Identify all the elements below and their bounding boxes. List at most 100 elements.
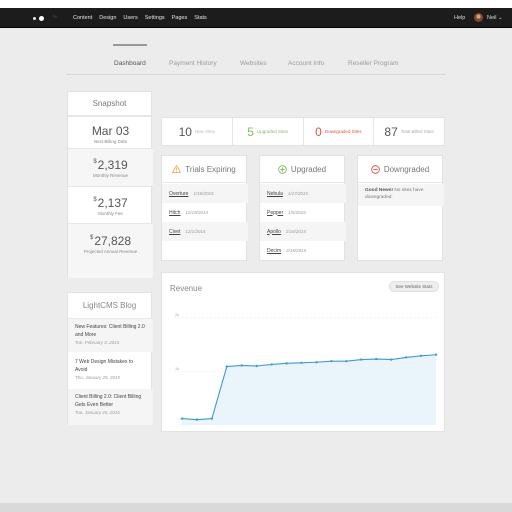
snapshot-next-billing: Mar 03 Next Billing Date: [68, 116, 153, 148]
downgraded-panel: Downgraded Good News! No sites have down…: [357, 155, 444, 261]
site-link[interactable]: Apollo: [267, 229, 281, 235]
stat-label: New Sites: [194, 129, 216, 134]
blog-post[interactable]: New Features: Client Billing 2.0 and Mor…: [68, 319, 153, 352]
list-item: Decim 2/16/2015: [260, 241, 346, 260]
snapshot-title: Snapshot: [68, 92, 151, 116]
top-navbar: ™ Content Design Users Settings Pages St…: [0, 8, 512, 28]
tab-reseller-program[interactable]: Reseller Program: [348, 60, 399, 67]
projected-annual-value: 27,828: [94, 234, 132, 248]
help-link[interactable]: Help: [454, 15, 465, 21]
site-link[interactable]: Pepper: [267, 210, 283, 216]
user-menu[interactable]: Neil ⌄: [487, 15, 503, 21]
monthly-fee-value: 2,137: [97, 196, 128, 210]
panel-header: Upgraded: [260, 156, 344, 183]
data-point: [404, 356, 408, 359]
nav-stats[interactable]: Stats: [194, 15, 207, 21]
tab-dashboard[interactable]: Dashboard: [114, 60, 146, 67]
site-link[interactable]: Hitch: [169, 210, 180, 216]
projected-annual-label: Projected Annual Revenue: [83, 249, 138, 254]
list-item: Nebula 1/17/2015: [260, 184, 346, 203]
nav-users[interactable]: Users: [123, 15, 137, 21]
site-link[interactable]: Decim: [267, 248, 281, 254]
stat-number: 87: [384, 124, 398, 139]
site-date: 2/16/2015: [286, 248, 307, 253]
tab-websites[interactable]: Websites: [240, 60, 267, 67]
stat-total-billed-sites[interactable]: 87 Total Billed Sites: [374, 118, 444, 145]
plus-circle-icon: [278, 164, 287, 174]
data-point: [270, 363, 273, 366]
list-item: Civet 12/1/2014: [162, 222, 248, 241]
snapshot-monthly-fee: $2,137 Monthly Fee: [68, 186, 153, 223]
stat-label: Total Billed Sites: [400, 129, 434, 134]
nav-content[interactable]: Content: [73, 15, 92, 21]
next-billing-value: Mar 03: [91, 124, 130, 138]
blog-post-title[interactable]: Client Billing 2.0: Client Billing Gets …: [75, 394, 146, 409]
avatar[interactable]: [474, 13, 483, 22]
site-date: 12/1/2014: [185, 229, 206, 234]
blog-post-date: Tue, February 3, 2015: [75, 340, 120, 345]
data-point: [419, 354, 423, 358]
revenue-chart: 2k 1k: [174, 313, 438, 425]
nav-design[interactable]: Design: [99, 15, 116, 21]
data-point: [345, 359, 348, 363]
currency-symbol: $: [93, 197, 97, 203]
stat-label: Downgraded Sites: [324, 129, 362, 134]
data-point: [389, 358, 393, 361]
snapshot-projected-annual: $27,828 Projected Annual Revenue: [68, 223, 153, 278]
dashboard-page: Dashboard Payment History Websites Accou…: [0, 28, 512, 512]
data-point: [285, 362, 288, 365]
data-point: [330, 359, 333, 363]
logo[interactable]: ™: [31, 14, 61, 22]
stat-number: 10: [178, 124, 192, 139]
next-billing-label: Next Billing Date: [93, 139, 128, 144]
downgraded-notice: Good News! No sites have downgraded.: [358, 184, 444, 206]
logo-dot-small: [33, 16, 36, 20]
trials-expiring-panel: Trials Expiring Overture 1/18/2015 Hitch…: [161, 155, 248, 261]
y-tick-label: 2k: [175, 313, 179, 317]
site-date: 1/5/2015: [288, 210, 306, 215]
panel-header: Downgraded: [358, 156, 442, 183]
list-item: Overture 1/18/2015: [162, 184, 248, 203]
stat-downgraded-sites[interactable]: 0 Downgraded Sites: [304, 118, 375, 145]
site-date: 1/17/2015: [287, 191, 308, 196]
blog-post[interactable]: Client Billing 2.0: Client Billing Gets …: [68, 389, 153, 425]
blog-panel: LightCMS Blog New Features: Client Billi…: [67, 292, 153, 425]
site-stats-bar: 10 New Sites 5 Upgraded Sites 0 Downgrad…: [161, 117, 445, 146]
stat-upgraded-sites[interactable]: 5 Upgraded Sites: [233, 118, 304, 145]
nav-settings[interactable]: Settings: [145, 15, 165, 21]
data-point: [375, 357, 378, 361]
panel-title: Trials Expiring: [185, 164, 236, 174]
tab-payment-history[interactable]: Payment History: [169, 60, 217, 67]
blog-post[interactable]: 7 Web Design Mistakes to Avoid Thu, Janu…: [68, 352, 153, 389]
snapshot-monthly-revenue: $2,319 Monthly Revenue: [68, 148, 153, 186]
monthly-fee-label: Monthly Fee: [98, 211, 123, 216]
blog-post-title[interactable]: 7 Web Design Mistakes to Avoid: [75, 359, 146, 374]
stat-new-sites[interactable]: 10 New Sites: [162, 118, 233, 145]
panel-title: Downgraded: [383, 164, 430, 174]
blog-post-date: Tue, January 20, 2015: [75, 410, 120, 415]
stat-number: 5: [247, 124, 254, 139]
site-link[interactable]: Nebula: [267, 191, 283, 197]
warning-icon: [172, 165, 182, 173]
currency-symbol: $: [89, 235, 94, 241]
stat-number: 0: [315, 124, 322, 139]
site-link[interactable]: Civet: [169, 229, 180, 235]
site-date: 2/16/2015: [285, 229, 306, 234]
notice-strong: Good News!: [365, 188, 393, 193]
site-date: 1/18/2015: [193, 191, 214, 196]
stat-label: Upgraded Sites: [256, 129, 288, 134]
data-point: [210, 417, 214, 420]
tab-account-info[interactable]: Account Info: [288, 60, 324, 67]
y-tick-label: 1k: [175, 367, 179, 371]
data-point: [240, 364, 243, 367]
nav-pages[interactable]: Pages: [172, 15, 188, 21]
data-point: [255, 364, 258, 368]
logo-dot-large: [39, 15, 44, 21]
blog-post-title[interactable]: New Features: Client Billing 2.0 and Mor…: [75, 324, 146, 339]
list-item: Pepper 1/5/2015: [260, 203, 346, 222]
blog-title: LightCMS Blog: [68, 293, 151, 319]
site-link[interactable]: Overture: [169, 191, 188, 197]
panel-title: Upgraded: [290, 164, 327, 174]
site-date: 12/19/2014: [185, 210, 208, 215]
list-item: Apollo 2/16/2015: [260, 222, 346, 241]
